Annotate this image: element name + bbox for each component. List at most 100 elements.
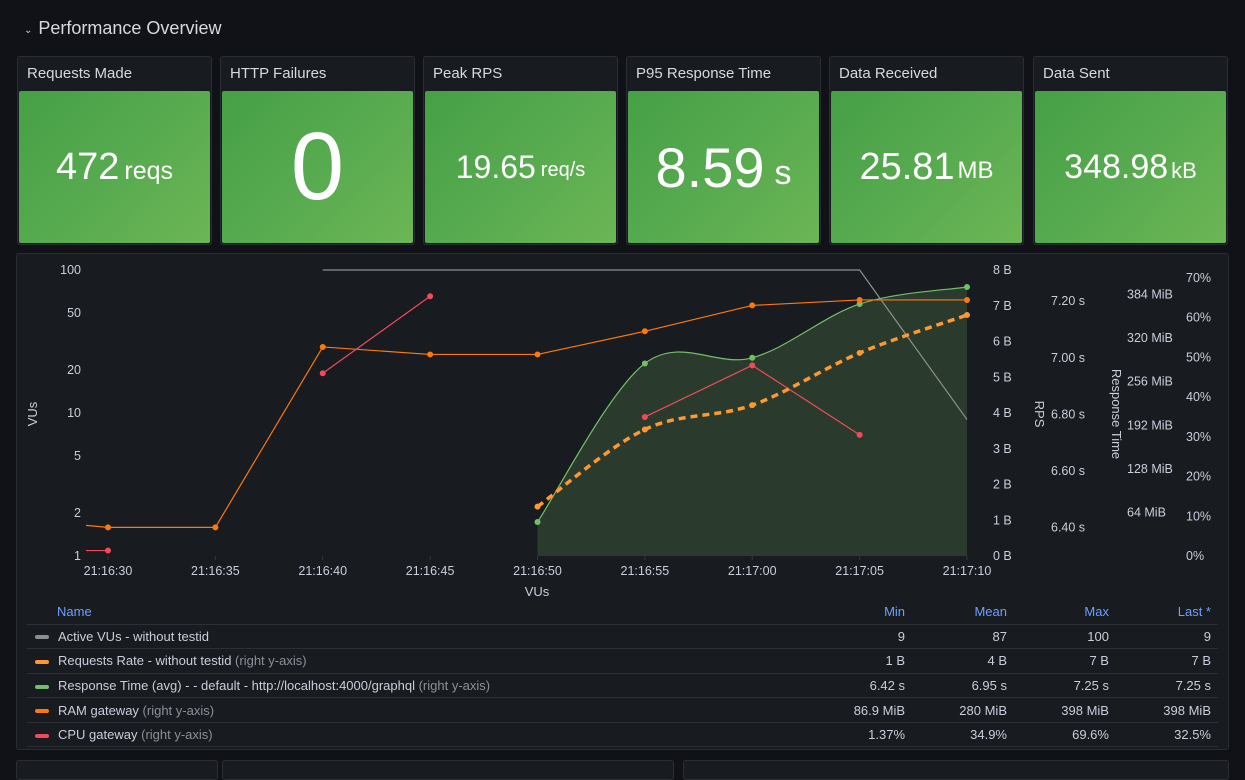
stat-panel-requests-made[interactable]: Requests Made 472 reqs — [17, 56, 212, 245]
y-tick-label: 7.00 s — [1051, 351, 1085, 365]
stat-value: 19.65 — [455, 148, 536, 185]
y-tick-label: 64 MiB — [1127, 505, 1166, 519]
stat-panel-http-failures[interactable]: HTTP Failures 0 — [220, 56, 415, 245]
stat-value: 8.59 — [655, 135, 765, 199]
series-name: Response Time (avg) - - default - http:/… — [58, 677, 415, 693]
min-value: 9 — [804, 623, 913, 649]
timeseries-panel[interactable]: 1 2 5 10 20 50 100 0 B 1 B 2 B 3 B 4 B 5 B 6 B 7 B 8 B… — [16, 253, 1229, 750]
last-value: 398 MiB — [1115, 697, 1218, 723]
data-point — [212, 524, 219, 531]
data-point — [641, 413, 648, 420]
max-value: 100 — [1014, 623, 1116, 649]
data-point — [749, 362, 756, 369]
y-tick-label: 50 — [67, 306, 81, 320]
legend-row[interactable]: Requests Rate - without testid (right y-… — [27, 648, 1218, 674]
min-value: 6.42 s — [804, 672, 913, 698]
max-value: 7 B — [1014, 648, 1116, 674]
mean-value: 6.95 s — [912, 672, 1014, 698]
legend-header-last[interactable]: Last * — [1116, 600, 1218, 624]
data-point — [319, 343, 326, 350]
stat-unit: MB — [957, 157, 994, 184]
series-color-swatch[interactable] — [35, 733, 49, 738]
data-point — [319, 370, 326, 377]
data-point — [749, 354, 756, 361]
response-time-axis-label: Response Time — [1109, 369, 1124, 459]
series-color-swatch[interactable] — [35, 635, 49, 640]
y-tick-label: 60% — [1186, 311, 1211, 325]
mean-value: 34.9% — [912, 721, 1014, 748]
data-point — [964, 312, 970, 319]
y-tick-label: 192 MiB — [1127, 418, 1173, 432]
mean-value: 280 MiB — [912, 697, 1014, 723]
y-tick-label: 70% — [1186, 271, 1211, 285]
x-tick-label: 21:16:30 — [84, 564, 133, 578]
y-tick-label: 100 — [60, 263, 81, 277]
collapsed-panel — [16, 760, 218, 780]
legend-row[interactable]: Active VUs - without testid 9 87 100 9 — [27, 623, 1218, 649]
stat-title: Peak RPS — [433, 65, 503, 82]
legend-header-name[interactable]: Name — [27, 600, 804, 624]
timeseries-chart[interactable]: 1 2 5 10 20 50 100 0 B 1 B 2 B 3 B 4 B 5 B 6 B 7 B 8 B… — [17, 254, 1230, 599]
legend-header-min[interactable]: Min — [804, 600, 912, 624]
y-tick-label: 256 MiB — [1127, 375, 1173, 389]
stat-title: Requests Made — [27, 65, 133, 82]
series-color-swatch[interactable] — [35, 659, 49, 664]
legend-header-mean[interactable]: Mean — [912, 600, 1014, 624]
collapsed-panel — [222, 760, 674, 780]
y-tick-label: 20 — [67, 363, 81, 377]
y-tick-label: 10 — [67, 406, 81, 420]
axis-note: (right y-axis) — [418, 677, 491, 693]
series-name: CPU gateway — [58, 727, 138, 743]
axis-note: (right y-axis) — [141, 727, 213, 743]
row-title: Performance Overview — [38, 18, 222, 38]
y-tick-label: 3 B — [993, 442, 1012, 456]
stat-title: HTTP Failures — [230, 65, 327, 82]
max-value: 398 MiB — [1014, 697, 1116, 723]
y-tick-label: 6.80 s — [1051, 407, 1085, 421]
legend-row[interactable]: RAM gateway (right y-axis) 86.9 MiB 280 … — [27, 697, 1218, 723]
rps-axis-label: RPS — [1032, 401, 1047, 428]
legend-row[interactable]: Response Time (avg) - - default - http:/… — [27, 672, 1218, 698]
y-tick-label: 5 — [74, 449, 81, 463]
data-point — [749, 302, 756, 309]
y-tick-label: 2 B — [993, 478, 1012, 492]
stat-panel-p95-response-time[interactable]: P95 Response Time 8.59 s — [626, 56, 821, 245]
stat-unit: reqs — [124, 156, 174, 185]
series-color-swatch[interactable] — [35, 684, 49, 689]
legend-row[interactable]: CPU gateway (right y-axis) 1.37% 34.9% 6… — [27, 721, 1218, 748]
stat-panel-peak-rps[interactable]: Peak RPS 19.65 req/s — [423, 56, 618, 245]
series-line — [322, 295, 431, 374]
stat-title: Data Received — [839, 65, 938, 82]
data-point — [534, 503, 541, 510]
data-point — [749, 402, 756, 409]
min-value: 1 B — [804, 648, 913, 674]
data-point — [856, 431, 863, 438]
mean-value: 4 B — [912, 648, 1014, 674]
data-point — [964, 296, 970, 303]
stat-panel-data-received[interactable]: Data Received 25.81 MB — [829, 56, 1024, 245]
stat-unit: kB — [1171, 157, 1197, 183]
stat-title: P95 Response Time — [636, 65, 772, 82]
y-tick-label: 50% — [1186, 350, 1211, 364]
data-point — [964, 283, 970, 290]
data-point — [534, 351, 541, 358]
y-tick-label: 7.20 s — [1051, 294, 1085, 308]
stat-panel-data-sent[interactable]: Data Sent 348.98 kB — [1033, 56, 1228, 245]
x-tick-label: 21:16:40 — [298, 564, 347, 578]
y-tick-label: 6.60 s — [1051, 464, 1085, 478]
y-tick-label: 320 MiB — [1127, 331, 1173, 345]
series-line — [85, 524, 109, 528]
mean-value: 87 — [912, 623, 1014, 649]
x-tick-label: 21:16:45 — [406, 564, 455, 578]
legend-header-max[interactable]: Max — [1014, 600, 1116, 624]
stat-value: 348.98 — [1064, 147, 1169, 186]
row-header-performance-overview[interactable]: ⌄ Performance Overview — [24, 18, 221, 39]
series-2 — [534, 283, 970, 556]
y-tick-label: 4 B — [993, 406, 1012, 420]
axis-note: (right y-axis) — [235, 653, 307, 669]
series-color-swatch[interactable] — [35, 709, 49, 714]
y-tick-label: 128 MiB — [1127, 462, 1173, 476]
x-tick-label: 21:17:00 — [728, 564, 777, 578]
stat-title: Data Sent — [1043, 65, 1110, 82]
data-point — [427, 351, 434, 358]
